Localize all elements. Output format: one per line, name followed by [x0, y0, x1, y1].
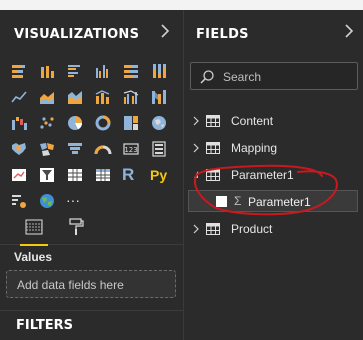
table-name: Mapping [231, 141, 278, 155]
table-icon [206, 169, 220, 181]
more-visuals-icon[interactable]: ··· [66, 192, 84, 210]
pie-chart-icon[interactable] [66, 114, 84, 132]
expand-arrow-icon[interactable] [193, 224, 199, 234]
pane-tabs [0, 209, 183, 246]
expand-arrow-icon[interactable] [193, 143, 199, 153]
table-icon [206, 142, 220, 154]
chevron-right-icon[interactable] [160, 24, 170, 38]
table-name: Product [231, 222, 273, 236]
tab-format[interactable] [56, 209, 96, 245]
filled-map-icon[interactable] [10, 140, 28, 158]
python-visual-icon[interactable]: Py [150, 166, 168, 184]
clustered-column-chart-icon[interactable] [94, 62, 112, 80]
table-row-product[interactable]: Product [184, 216, 363, 242]
line-and-column-chart-icon[interactable] [94, 88, 112, 106]
100-stacked-bar-chart-icon[interactable] [122, 62, 140, 80]
matrix-icon[interactable] [94, 166, 112, 184]
search-icon [200, 70, 214, 84]
table-name: Parameter1 [231, 168, 294, 182]
100-stacked-column-chart-icon[interactable] [150, 62, 168, 80]
search-placeholder: Search [223, 70, 262, 84]
filters-header[interactable]: FILTERS [0, 310, 183, 340]
values-well-label: Values [14, 250, 53, 264]
fields-header: FIELDS [184, 10, 363, 54]
filters-title: FILTERS [16, 318, 73, 333]
donut-chart-icon[interactable] [94, 114, 112, 132]
area-chart-icon[interactable] [38, 88, 56, 106]
values-drop-zone[interactable]: Add data fields here [6, 270, 176, 298]
ribbon-chart-icon[interactable] [150, 88, 168, 106]
r-visual-icon[interactable]: R [122, 166, 140, 184]
table-name: Content [231, 114, 274, 128]
fields-search-input[interactable]: Search [190, 62, 358, 90]
svg-text:123: 123 [124, 146, 137, 154]
collapse-arrow-icon[interactable] [193, 170, 199, 180]
map-icon[interactable] [150, 114, 168, 132]
expand-arrow-icon[interactable] [193, 116, 199, 126]
tab-fields-wells[interactable] [14, 209, 54, 246]
kpi-icon[interactable] [10, 166, 28, 184]
chevron-right-icon[interactable] [344, 24, 354, 38]
stacked-bar-chart-icon[interactable] [10, 62, 28, 80]
field-checkbox[interactable] [216, 196, 227, 207]
table-icon [206, 115, 220, 127]
visualizations-title: VISUALIZATIONS [14, 27, 140, 42]
field-row-parameter1[interactable]: Σ Parameter1 [188, 190, 358, 212]
fields-title: FIELDS [196, 27, 249, 42]
fields-pane: FIELDS Search Content Mapping Parameter1… [183, 10, 363, 340]
waterfall-chart-icon[interactable] [10, 114, 28, 132]
gauge-icon[interactable] [94, 140, 112, 158]
table-icon [206, 223, 220, 235]
field-name: Parameter1 [248, 195, 311, 209]
table-row-mapping[interactable]: Mapping [184, 135, 363, 161]
line-chart-icon[interactable] [10, 88, 28, 106]
stacked-area-chart-icon[interactable] [66, 88, 84, 106]
stacked-column-chart-icon[interactable] [38, 62, 56, 80]
treemap-icon[interactable] [122, 114, 140, 132]
table-row-parameter1[interactable]: Parameter1 [184, 162, 363, 188]
table-row-content[interactable]: Content [184, 108, 363, 134]
sigma-icon: Σ [234, 194, 242, 208]
shape-map-icon[interactable] [38, 140, 56, 158]
funnel-icon[interactable] [66, 140, 84, 158]
card-icon[interactable]: 123 [122, 140, 140, 158]
visualizations-header: VISUALIZATIONS [0, 10, 183, 54]
line-and-clustered-column-chart-icon[interactable] [122, 88, 140, 106]
slicer-icon[interactable] [38, 166, 56, 184]
table-icon[interactable] [66, 166, 84, 184]
key-influencers-icon[interactable] [10, 192, 28, 210]
fields-well-icon [25, 219, 43, 235]
paint-roller-icon [69, 218, 84, 235]
globe-icon[interactable] [38, 192, 56, 210]
visualizations-pane: VISUALIZATIONS 123 R Py ··· Values Add d… [0, 10, 183, 340]
clustered-bar-chart-icon[interactable] [66, 62, 84, 80]
multi-row-card-icon[interactable] [150, 140, 168, 158]
scatter-chart-icon[interactable] [38, 114, 56, 132]
